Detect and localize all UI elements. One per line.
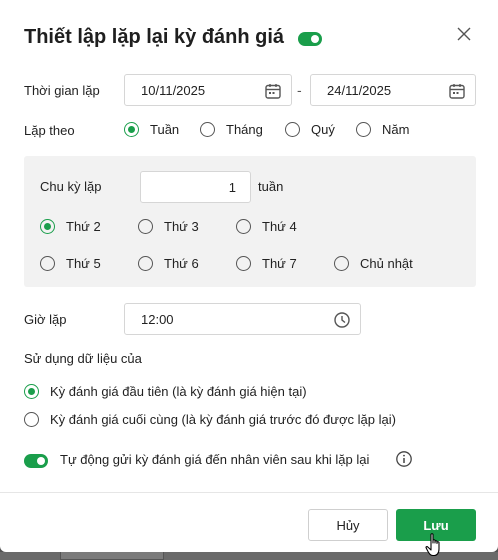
cancel-button[interactable]: Hủy xyxy=(308,509,388,541)
day-sun-radio[interactable]: Chủ nhật xyxy=(334,256,413,271)
day-wed-radio[interactable]: Thứ 4 xyxy=(236,219,297,234)
start-date-value: 10/11/2025 xyxy=(141,82,206,98)
info-icon[interactable] xyxy=(395,450,413,468)
radio-label: Kỳ đánh giá đầu tiên (là kỳ đánh giá hiệ… xyxy=(50,384,307,399)
radio-label: Năm xyxy=(382,122,410,137)
repeat-by-year-radio[interactable]: Năm xyxy=(356,122,409,137)
repeat-review-dialog: Thiết lập lặp lại kỳ đánh giá Thời gian … xyxy=(0,0,498,552)
radio-selected-icon xyxy=(24,384,39,399)
auto-send-label: Tự động gửi kỳ đánh giá đến nhân viên sa… xyxy=(60,452,370,467)
dialog-header: Thiết lập lặp lại kỳ đánh giá xyxy=(24,22,474,52)
radio-unselected-icon xyxy=(24,412,39,427)
radio-unselected-icon xyxy=(334,256,349,271)
radio-label: Thứ 7 xyxy=(262,256,297,271)
day-fri-radio[interactable]: Thứ 6 xyxy=(138,256,199,271)
dialog-footer: Hủy Lưu xyxy=(0,492,498,552)
radio-label: Kỳ đánh giá cuối cùng (là kỳ đánh giá tr… xyxy=(50,412,396,427)
repeat-time-value: 12:00 xyxy=(141,311,174,327)
start-date-field[interactable]: 10/11/2025 xyxy=(124,74,292,106)
calendar-icon[interactable] xyxy=(264,82,282,100)
radio-unselected-icon xyxy=(356,122,371,137)
day-thu-radio[interactable]: Thứ 5 xyxy=(40,256,101,271)
calendar-icon[interactable] xyxy=(448,82,466,100)
cycle-count-input[interactable]: 1 xyxy=(140,171,251,203)
data-source-label: Sử dụng dữ liệu của xyxy=(24,351,142,366)
radio-unselected-icon xyxy=(285,122,300,137)
repeat-time-label: Giờ lặp xyxy=(24,312,67,327)
auto-send-toggle[interactable] xyxy=(24,454,48,468)
cycle-unit: tuần xyxy=(258,179,284,194)
radio-label: Thứ 3 xyxy=(164,219,199,234)
data-source-first-radio[interactable]: Kỳ đánh giá đầu tiên (là kỳ đánh giá hiệ… xyxy=(24,384,307,399)
repeat-by-label: Lặp theo xyxy=(24,123,75,138)
cycle-label: Chu kỳ lặp xyxy=(40,179,102,194)
radio-unselected-icon xyxy=(40,256,55,271)
radio-label: Thứ 2 xyxy=(66,219,101,234)
day-tue-radio[interactable]: Thứ 3 xyxy=(138,219,199,234)
radio-label: Quý xyxy=(311,122,335,137)
repeat-by-week-radio[interactable]: Tuần xyxy=(124,122,179,137)
background-tab xyxy=(60,552,164,560)
close-icon[interactable] xyxy=(454,24,474,44)
repeat-period-label: Thời gian lặp xyxy=(24,83,100,98)
radio-label: Thứ 6 xyxy=(164,256,199,271)
end-date-value: 24/11/2025 xyxy=(327,82,392,98)
day-mon-radio[interactable]: Thứ 2 xyxy=(40,219,101,234)
radio-unselected-icon xyxy=(236,256,251,271)
date-range-separator: - xyxy=(297,82,302,98)
dialog-title: Thiết lập lặp lại kỳ đánh giá xyxy=(24,25,285,48)
clock-icon[interactable] xyxy=(333,311,351,329)
repeat-by-month-radio[interactable]: Tháng xyxy=(200,122,263,137)
radio-label: Thứ 5 xyxy=(66,256,101,271)
repeat-by-quarter-radio[interactable]: Quý xyxy=(285,122,335,137)
radio-selected-icon xyxy=(124,122,139,137)
radio-unselected-icon xyxy=(138,219,153,234)
cycle-count-value: 1 xyxy=(228,179,236,195)
hand-cursor-icon xyxy=(425,533,440,557)
radio-selected-icon xyxy=(40,219,55,234)
radio-unselected-icon xyxy=(200,122,215,137)
radio-label: Tháng xyxy=(226,122,263,137)
radio-unselected-icon xyxy=(236,219,251,234)
radio-label: Chủ nhật xyxy=(360,256,413,271)
day-sat-radio[interactable]: Thứ 7 xyxy=(236,256,297,271)
repeat-time-field[interactable]: 12:00 xyxy=(124,303,361,335)
radio-unselected-icon xyxy=(138,256,153,271)
repeat-enabled-toggle[interactable] xyxy=(298,31,323,46)
background-page xyxy=(0,552,498,560)
end-date-field[interactable]: 24/11/2025 xyxy=(310,74,476,106)
radio-label: Thứ 4 xyxy=(262,219,297,234)
data-source-last-radio[interactable]: Kỳ đánh giá cuối cùng (là kỳ đánh giá tr… xyxy=(24,412,396,427)
radio-label: Tuần xyxy=(150,122,180,137)
